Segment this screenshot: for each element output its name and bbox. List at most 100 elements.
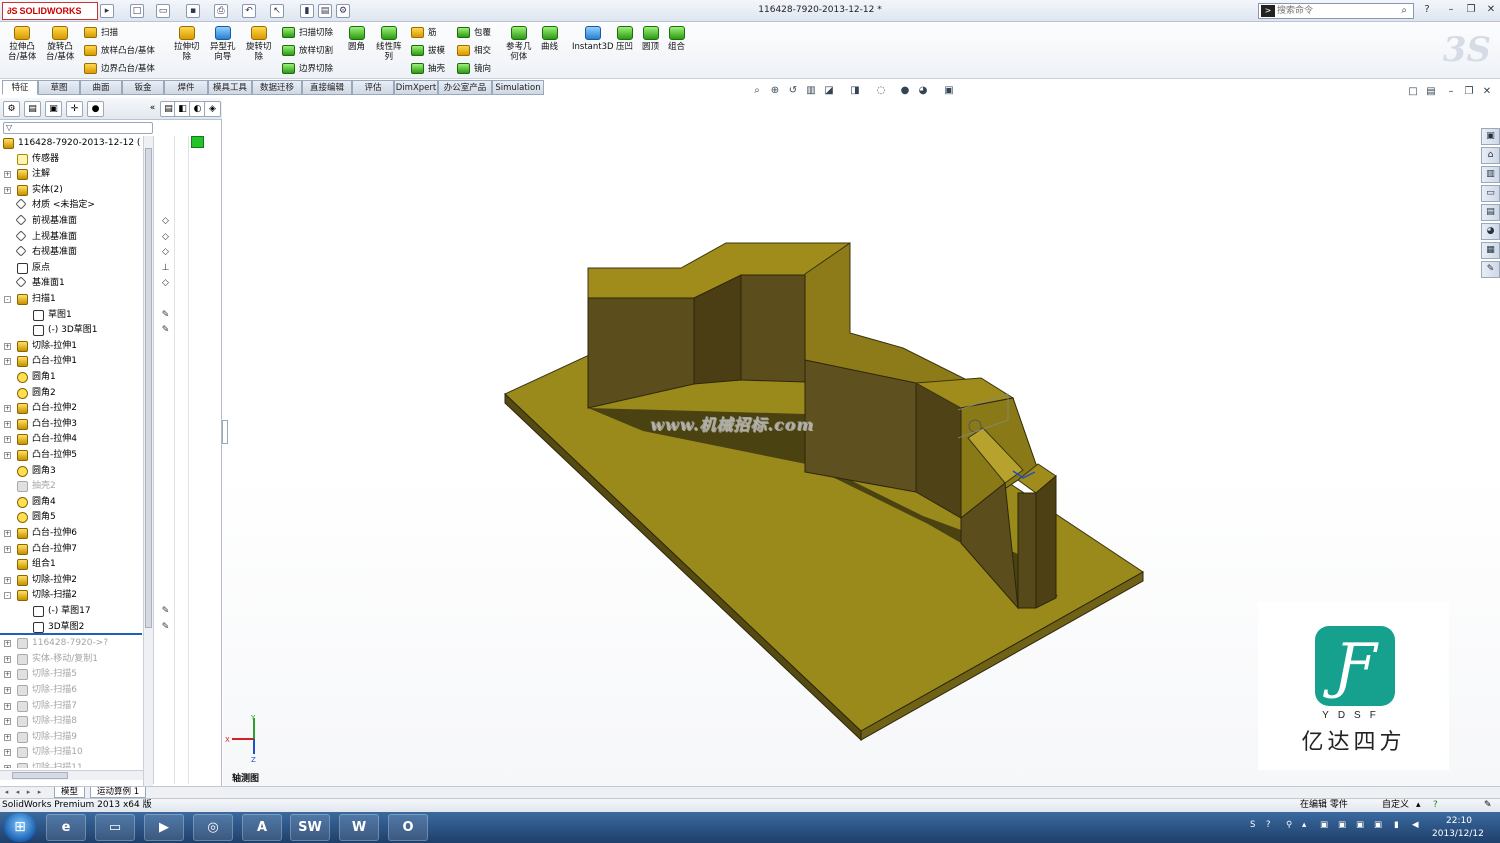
ribbon-small-button-7[interactable]: 拔模 <box>411 45 445 57</box>
plane-visibility-icon[interactable]: ◇ <box>160 216 171 227</box>
tree-node-rolled-back[interactable]: + 切除-扫描11 <box>0 761 144 768</box>
model-tab[interactable]: 模型 <box>54 787 86 798</box>
first-tab-icon[interactable]: ◂ <box>2 788 11 797</box>
search-icon[interactable]: ⌕ <box>1401 5 1407 16</box>
ribbon-button-4[interactable]: 旋转切除 <box>246 26 272 62</box>
panel-splitter[interactable] <box>222 420 228 444</box>
tree-node[interactable]: 圆角1 <box>0 370 144 385</box>
expand-icon[interactable]: + <box>4 640 11 648</box>
expand-icon[interactable]: + <box>4 342 11 350</box>
minimize-button[interactable]: – <box>1444 3 1458 17</box>
ribbon-small-button-10[interactable]: 相交 <box>457 45 491 57</box>
tree-node[interactable]: 材质 <未指定> <box>0 198 144 213</box>
word-icon[interactable]: W <box>339 814 379 841</box>
tree-node[interactable]: 圆角3 <box>0 464 144 479</box>
start-button[interactable]: ⊞ <box>4 813 36 842</box>
rebuild-icon[interactable]: ▮ <box>300 4 314 18</box>
expand-icon[interactable]: + <box>4 545 11 553</box>
expand-icon[interactable]: + <box>4 733 11 741</box>
network-tray-icon[interactable]: ⚲ <box>1286 820 1292 830</box>
ribbon-button-9[interactable]: Instant3D <box>572 26 614 52</box>
undo-icon[interactable]: ↶ <box>242 4 256 18</box>
expand-icon[interactable]: + <box>4 530 11 537</box>
tree-node[interactable]: + 凸台-拉伸5 <box>0 448 144 463</box>
tab-11[interactable]: Simulation <box>492 80 544 95</box>
dimxpert-tab-icon[interactable]: ✛ <box>66 101 83 117</box>
expand-icon[interactable]: + <box>4 687 11 694</box>
solidworks-resources-icon[interactable]: ▣ <box>1481 128 1500 145</box>
configuration-manager-tab-icon[interactable]: ▣ <box>45 101 62 117</box>
tree-node[interactable]: 传感器 <box>0 152 144 167</box>
tab-7[interactable]: 直接编辑 <box>302 80 352 95</box>
print-icon[interactable]: ⎙ <box>214 4 228 18</box>
plane-visibility-icon[interactable]: ◇ <box>160 278 171 289</box>
tree-root-part[interactable]: 116428-7920-2013-12-12 ( <box>0 136 144 151</box>
search-commands-box[interactable]: > ⌕ <box>1258 3 1414 19</box>
previous-view-icon[interactable]: ↺ <box>786 84 800 98</box>
viewport-minimize-icon[interactable]: – <box>1444 85 1458 99</box>
sketch-visibility-icon[interactable]: ✎ <box>160 606 171 617</box>
tree-node[interactable]: + 切除-拉伸1 <box>0 339 144 354</box>
custom-properties-icon[interactable]: ▦ <box>1481 242 1500 259</box>
tree-node[interactable]: 圆角5 <box>0 510 144 525</box>
prev-tab-icon[interactable]: ◂ <box>13 788 22 797</box>
ribbon-small-button-4[interactable]: 放样切割 <box>282 45 333 57</box>
tab-3[interactable]: 钣金 <box>122 80 164 95</box>
body-color-swatch[interactable] <box>191 136 204 148</box>
tree-node-rolled-back[interactable]: + 切除-扫描6 <box>0 683 144 698</box>
expand-icon[interactable]: + <box>4 420 11 428</box>
ribbon-small-button-8[interactable]: 抽壳 <box>411 63 445 75</box>
tree-node[interactable]: 上视基准面 <box>0 229 144 245</box>
ribbon-button-12[interactable]: 组合 <box>668 26 685 52</box>
expand-icon[interactable]: + <box>4 186 11 194</box>
help-icon[interactable]: ? <box>1433 799 1438 812</box>
tree-node[interactable]: 圆角4 <box>0 495 144 510</box>
tree-node[interactable]: + 切除-拉伸2 <box>0 573 144 588</box>
tree-node-rolled-back[interactable]: + 切除-扫描10 <box>0 745 144 760</box>
zoom-area-icon[interactable]: ⊕ <box>768 84 782 98</box>
ribbon-button-3[interactable]: 异型孔 向导 <box>210 26 236 62</box>
design-library-icon[interactable]: ▥ <box>1481 166 1500 183</box>
tree-node-rolled-back[interactable]: +116428-7920->? <box>0 636 144 651</box>
tree-node[interactable]: (-) 3D草图1 <box>0 323 144 338</box>
signal-icon[interactable]: ▮ <box>1394 820 1399 830</box>
tree-node-rolled-back[interactable]: + 切除-扫描8 <box>0 714 144 729</box>
tree-node-rolled-back[interactable]: + 实体-移动/复制1 <box>0 652 144 667</box>
rebuild-status-icon[interactable]: ✎ <box>1484 799 1492 812</box>
expand-icon[interactable]: + <box>4 576 11 584</box>
tab-5[interactable]: 模具工具 <box>208 80 252 95</box>
property-manager-tab-icon[interactable]: ▤ <box>24 101 41 117</box>
ribbon-small-button-5[interactable]: 边界切除 <box>282 63 333 75</box>
volume-icon[interactable]: ◀ <box>1412 820 1419 830</box>
expand-icon[interactable]: + <box>4 171 11 179</box>
scene-icon[interactable]: ◈ <box>204 101 221 117</box>
zoom-to-fit-icon[interactable]: ⌕ <box>750 84 764 98</box>
expand-icon[interactable]: + <box>4 358 11 366</box>
plane-visibility-icon[interactable]: ◇ <box>160 232 171 243</box>
ribbon-button-5[interactable]: 圆角 <box>348 26 365 52</box>
tab-9[interactable]: DimXpert <box>394 80 438 95</box>
section-view-icon[interactable]: ▥ <box>804 84 818 98</box>
expand-icon[interactable]: + <box>4 671 11 679</box>
collapse-panel-icon[interactable]: « <box>144 101 161 117</box>
edit-appearance-icon[interactable]: ◕ <box>916 84 930 98</box>
media-player-icon[interactable]: ▶ <box>144 814 184 841</box>
tree-horizontal-scrollbar[interactable] <box>0 770 143 780</box>
scroll-thumb[interactable] <box>12 772 68 779</box>
tray-arrow-icon[interactable]: ▴ <box>1302 820 1306 830</box>
motion-study-tab[interactable]: 运动算例 1 <box>90 787 147 798</box>
unit-system-status[interactable]: 自定义 <box>1382 799 1409 812</box>
viewport-single-icon[interactable]: □ <box>1406 85 1420 99</box>
expand-icon[interactable]: + <box>4 765 11 768</box>
ie-icon[interactable]: e <box>46 814 86 841</box>
tab-10[interactable]: 办公室产品 <box>438 80 492 95</box>
options-icon[interactable]: ⚙ <box>336 4 350 18</box>
rollback-bar[interactable] <box>0 633 142 636</box>
ribbon-small-button-1[interactable]: 放样凸台/基体 <box>84 45 155 57</box>
tree-node[interactable]: 草图1 <box>0 308 144 323</box>
tree-node[interactable]: (-) 草图17 <box>0 604 144 619</box>
viewport-split-icon[interactable]: ▤ <box>1424 85 1438 99</box>
ribbon-button-6[interactable]: 线性阵列 <box>376 26 402 62</box>
file-explorer-icon[interactable]: ▭ <box>1481 185 1500 202</box>
dynamic-annotation-icon[interactable]: ◪ <box>822 84 836 98</box>
